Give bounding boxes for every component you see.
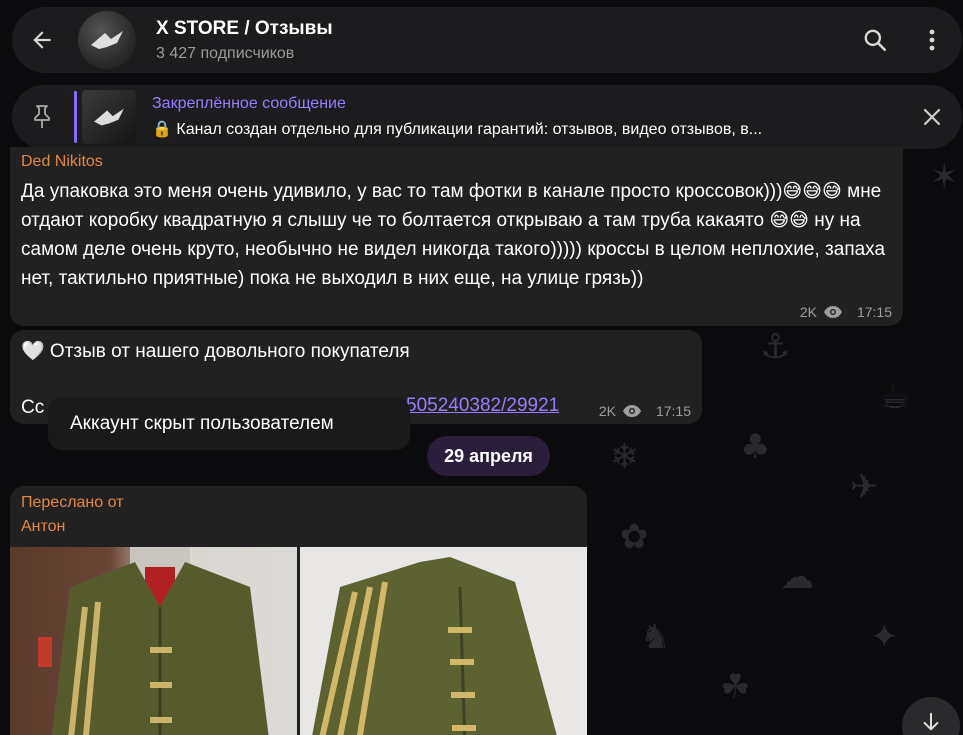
message-meta: 2K 17:15 (800, 304, 892, 320)
chat-header: X STORE / Отзывы 3 427 подписчиков (12, 7, 962, 73)
pin-icon (34, 105, 50, 128)
pin-indicator (74, 91, 77, 143)
unpin-button[interactable] (902, 107, 962, 127)
forwarded-label: Переслано от (21, 494, 124, 511)
message-bubble[interactable]: Переслано от Антон (10, 486, 587, 735)
message-link[interactable]: 505240382/29921 (406, 395, 559, 417)
eye-icon (823, 306, 842, 318)
channel-title: X STORE / Отзывы (156, 17, 333, 39)
date-separator: 29 апреля (427, 436, 550, 476)
jacket-photo (38, 547, 269, 735)
message-author[interactable]: Ded Nikitos (21, 153, 103, 171)
header-info[interactable]: X STORE / Отзывы 3 427 подписчиков (156, 18, 848, 63)
view-count: 2K (598, 403, 616, 419)
pinned-text: Закреплённое сообщение 🔒 Канал создан от… (152, 95, 902, 139)
logo-icon (94, 108, 124, 126)
pin-button[interactable] (12, 104, 72, 130)
search-icon (864, 29, 887, 52)
message-text: Да упаковка это меня очень удивило, у ва… (21, 181, 886, 289)
arrow-left-icon (33, 31, 51, 49)
back-button[interactable] (12, 7, 72, 73)
message-bubble[interactable]: Ded Nikitos Да упаковка это меня очень у… (10, 147, 903, 326)
close-icon (923, 108, 941, 126)
channel-avatar[interactable] (78, 11, 136, 69)
photo[interactable] (300, 547, 587, 735)
jacket-photo (312, 557, 557, 735)
pinned-preview: 🔒 Канал создан отдельно для публикации г… (152, 121, 763, 138)
more-vertical-icon (929, 29, 935, 51)
more-menu-button[interactable] (902, 7, 962, 73)
hidden-account-tooltip: Аккаунт скрыт пользователем (48, 397, 410, 450)
photo[interactable] (10, 547, 297, 735)
message-link-prefix: Сс (21, 397, 45, 418)
message-meta: 2K 17:15 (599, 403, 691, 419)
pinned-title: Закреплённое сообщение (152, 95, 346, 112)
subscriber-count: 3 427 подписчиков (156, 44, 295, 62)
pinned-thumbnail (82, 90, 136, 144)
arrow-down-icon (923, 712, 939, 731)
forwarded-author[interactable]: Антон (21, 518, 65, 536)
eye-icon (622, 405, 641, 417)
view-count: 2K (799, 304, 817, 320)
message-text: 🤍 Отзыв от нашего довольного покупателя (21, 341, 410, 362)
pinned-message-bar[interactable]: Закреплённое сообщение 🔒 Канал создан от… (12, 85, 962, 149)
message-time: 17:15 (856, 304, 892, 320)
message-time: 17:15 (655, 403, 691, 419)
logo-icon (91, 31, 123, 49)
search-button[interactable] (848, 7, 902, 73)
